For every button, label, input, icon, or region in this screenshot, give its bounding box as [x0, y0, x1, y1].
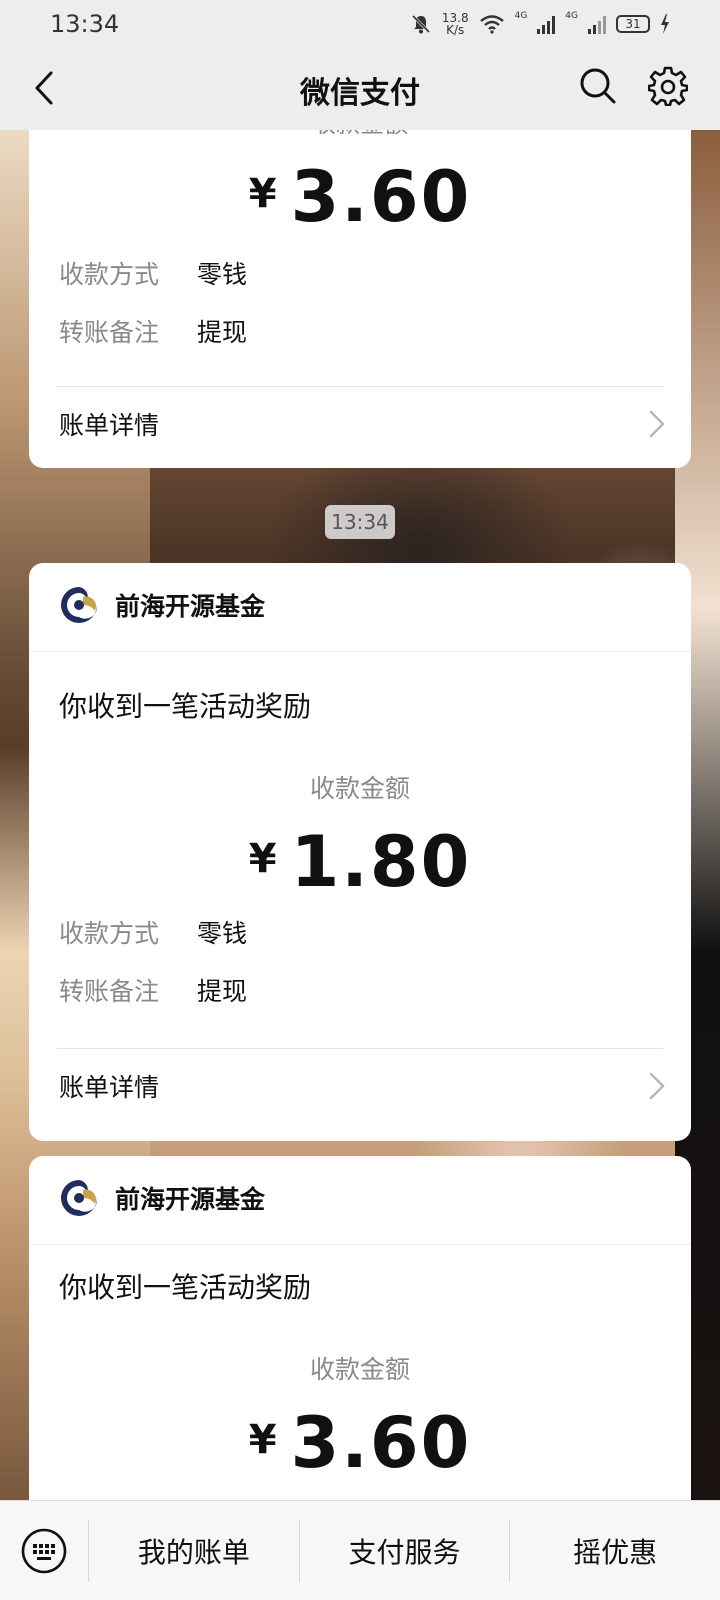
payment-card-1: 收款金额 ¥ 3.60 收款方式 零钱 转账备注 提现 账单详情 [29, 110, 691, 468]
menu-my-bills[interactable]: 我的账单 [88, 1519, 299, 1582]
payment-card-2[interactable]: 前海开源基金 你收到一笔活动奖励 收款金额 ¥ 1.80 收款方式 零钱 转账备… [29, 563, 691, 1141]
wifi-icon [479, 15, 504, 34]
merchant-header: 前海开源基金 [59, 1178, 265, 1218]
merchant-header: 前海开源基金 [59, 585, 265, 625]
search-icon[interactable] [578, 66, 618, 106]
notice-title: 你收到一笔活动奖励 [59, 690, 312, 723]
keyboard-icon [21, 1528, 67, 1573]
info-value: 零钱 [197, 919, 248, 948]
merchant-name: 前海开源基金 [115, 1185, 266, 1214]
info-key: 转账备注 [59, 977, 160, 1006]
payment-card-3[interactable]: 前海开源基金 你收到一笔活动奖励 收款金额 ¥ 3.60 [29, 1156, 691, 1536]
net-speed: 13.8 K/s [442, 12, 469, 36]
merchant-logo-icon [60, 1179, 98, 1217]
amount: ¥ 3.60 [29, 156, 691, 238]
amount: ¥ 1.80 [29, 821, 691, 903]
battery-level: 31 [625, 17, 641, 31]
info-value: 零钱 [197, 260, 248, 289]
signal2-label: 4G [565, 11, 578, 21]
info-key: 收款方式 [59, 919, 160, 948]
amount-value: 3.60 [290, 1402, 472, 1484]
keyboard-toggle-button[interactable] [0, 1501, 88, 1600]
gear-icon[interactable] [648, 66, 688, 106]
merchant-logo-icon [60, 586, 98, 624]
bill-detail-link[interactable]: 账单详情 [59, 404, 665, 444]
mute-bell-icon [411, 14, 430, 34]
bottom-menu-bar: 我的账单 支付服务 摇优惠 [0, 1500, 720, 1600]
divider [57, 386, 663, 387]
top-nav-bar: 微信支付 [0, 48, 720, 130]
amount: ¥ 3.60 [29, 1402, 691, 1484]
net-speed-unit: K/s [446, 23, 465, 37]
signal-bars-2-icon [588, 14, 606, 34]
amount-label: 收款金额 [309, 1355, 410, 1384]
info-key: 收款方式 [59, 260, 160, 289]
bill-detail-label: 账单详情 [59, 411, 160, 440]
message-timestamp: 13:34 [325, 505, 395, 539]
amount-value: 1.80 [290, 821, 472, 903]
status-time: 13:34 [50, 10, 120, 38]
notice-title: 你收到一笔活动奖励 [59, 1271, 312, 1304]
chevron-right-icon [649, 410, 665, 438]
info-value: 提现 [197, 318, 248, 347]
divider [29, 651, 691, 652]
amount-value: 3.60 [290, 156, 472, 238]
bill-detail-label: 账单详情 [59, 1073, 160, 1102]
divider [29, 1244, 691, 1245]
menu-payment-services[interactable]: 支付服务 [298, 1519, 510, 1582]
status-icons: 13.8 K/s 4G 4G 31 [410, 11, 670, 36]
divider [57, 1048, 663, 1049]
status-bar: 13:34 13.8 K/s 4G 4G 31 [0, 0, 720, 48]
info-value: 提现 [197, 977, 248, 1006]
signal1-label: 4G [514, 11, 528, 21]
amount-label: 收款金额 [309, 774, 410, 803]
info-row: 转账备注 提现 [59, 972, 247, 1008]
info-row: 收款方式 零钱 [59, 914, 247, 950]
chevron-right-icon [649, 1072, 665, 1100]
bill-detail-link[interactable]: 账单详情 [59, 1066, 665, 1106]
currency-symbol: ¥ [248, 171, 277, 217]
currency-symbol: ¥ [248, 1417, 277, 1463]
battery-icon: 31 [616, 15, 650, 33]
charging-bolt-icon [661, 14, 669, 34]
currency-symbol: ¥ [248, 836, 277, 882]
menu-shake-discounts[interactable]: 摇优惠 [509, 1519, 720, 1582]
info-row: 收款方式 零钱 [59, 255, 247, 291]
info-row: 转账备注 提现 [59, 313, 247, 349]
info-key: 转账备注 [59, 318, 160, 347]
signal-bars-1-icon [537, 14, 556, 34]
merchant-name: 前海开源基金 [115, 592, 266, 621]
